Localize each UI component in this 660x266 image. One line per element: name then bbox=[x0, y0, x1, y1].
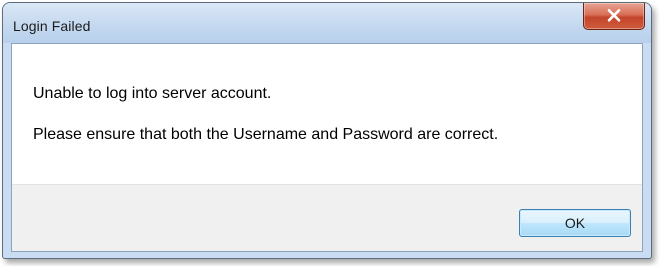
login-failed-dialog: Login Failed Unable to log into server a… bbox=[2, 2, 652, 259]
dialog-body: Unable to log into server account. Pleas… bbox=[11, 43, 643, 252]
ok-button[interactable]: OK bbox=[519, 209, 631, 237]
window-title: Login Failed bbox=[13, 18, 91, 34]
title-bar[interactable]: Login Failed bbox=[3, 3, 651, 43]
message-area: Unable to log into server account. Pleas… bbox=[12, 44, 642, 184]
button-bar: OK bbox=[12, 184, 642, 251]
close-icon bbox=[607, 9, 621, 22]
error-message-line-1: Unable to log into server account. bbox=[33, 85, 272, 102]
error-message-line-2: Please ensure that both the Username and… bbox=[33, 126, 499, 143]
close-button[interactable] bbox=[583, 3, 645, 30]
